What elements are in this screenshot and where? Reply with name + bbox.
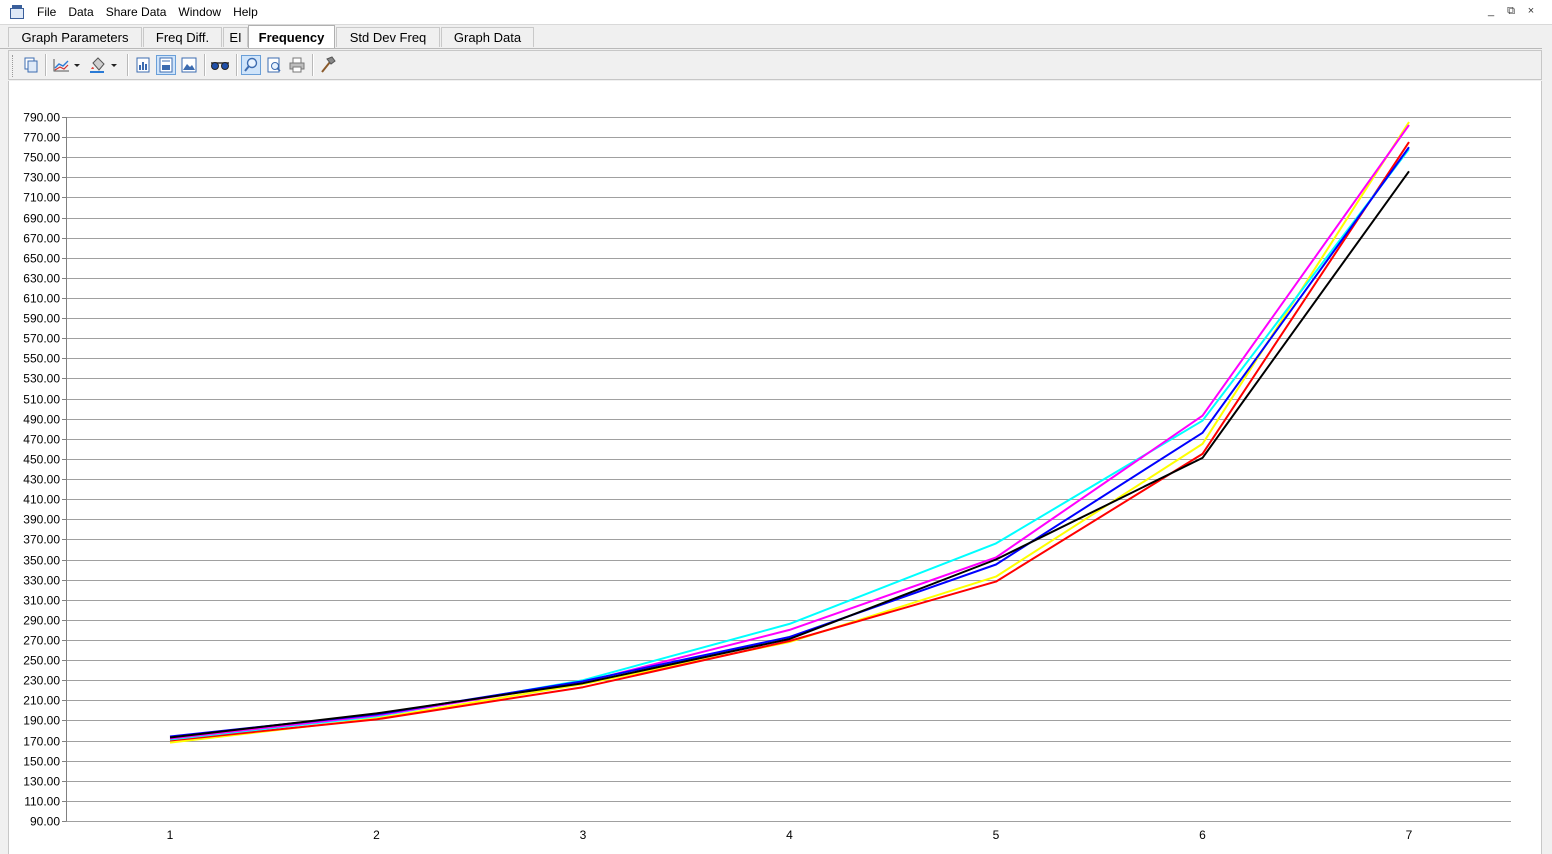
- y-tick-label: 270.00: [23, 634, 60, 648]
- x-tick-label: 2: [373, 828, 380, 842]
- y-tick-label: 490.00: [23, 413, 60, 427]
- tab-ei[interactable]: EI: [223, 27, 248, 47]
- menu-share-data[interactable]: Share Data: [100, 0, 173, 24]
- y-tick-label: 450.00: [23, 453, 60, 467]
- y-tick-label: 550.00: [23, 352, 60, 366]
- tab-freq-diff[interactable]: Freq Diff.: [143, 27, 222, 47]
- tab-std-dev-freq[interactable]: Std Dev Freq: [336, 27, 440, 47]
- y-tick-label: 190.00: [23, 714, 60, 728]
- paint-bucket-icon[interactable]: [87, 55, 121, 75]
- restore-icon[interactable]: ⧉: [1504, 3, 1518, 19]
- y-tick-label: 730.00: [23, 171, 60, 185]
- y-tick-label: 530.00: [23, 372, 60, 386]
- y-tick-label: 350.00: [23, 554, 60, 568]
- y-tick-label: 310.00: [23, 594, 60, 608]
- y-tick-label: 570.00: [23, 332, 60, 346]
- window-right-edge: [1542, 25, 1552, 854]
- frequency-chart[interactable]: 90.00 110.00 130.00 150.00 170.00 190.00 210.0…: [9, 81, 1541, 854]
- menu-data[interactable]: Data: [62, 0, 99, 24]
- y-tick-label: 90.00: [30, 815, 60, 829]
- y-tick-label: 250.00: [23, 654, 60, 668]
- y-tick-label: 710.00: [23, 191, 60, 205]
- y-tick-label: 650.00: [23, 252, 60, 266]
- y-tick-label: 790.00: [23, 111, 60, 125]
- y-tick-label: 590.00: [23, 312, 60, 326]
- close-icon[interactable]: ×: [1524, 3, 1538, 19]
- x-tick-label: 6: [1199, 828, 1206, 842]
- menu-window[interactable]: Window: [172, 0, 227, 24]
- window-controls: _ ⧉ ×: [1484, 3, 1538, 19]
- tools-hammer-icon[interactable]: [317, 55, 337, 75]
- toolbar-separator: [127, 54, 129, 76]
- y-tick-label: 410.00: [23, 493, 60, 507]
- y-tick-label: 630.00: [23, 272, 60, 286]
- tab-graph-data[interactable]: Graph Data: [441, 27, 534, 47]
- toolbar-grip[interactable]: [12, 55, 16, 77]
- y-tick-label: 330.00: [23, 574, 60, 588]
- y-tick-label: 150.00: [23, 755, 60, 769]
- y-tick-label: 510.00: [23, 393, 60, 407]
- y-tick-label: 390.00: [23, 513, 60, 527]
- x-tick-label: 5: [993, 828, 1000, 842]
- zoom-icon[interactable]: [241, 55, 261, 75]
- series-line: [169, 170, 1410, 739]
- series-line: [169, 121, 1410, 744]
- print-preview-icon[interactable]: [264, 55, 284, 75]
- menu-bar: File Data Share Data Window Help _ ⧉ ×: [0, 0, 1552, 25]
- y-tick-label: 130.00: [23, 775, 60, 789]
- x-tick-label: 7: [1406, 828, 1413, 842]
- x-tick-label: 4: [786, 828, 793, 842]
- toolbar-separator: [45, 54, 47, 76]
- toolbar-separator: [312, 54, 314, 76]
- view-image-icon[interactable]: [179, 55, 199, 75]
- menu-file[interactable]: File: [31, 0, 62, 24]
- chart-type-icon[interactable]: [51, 55, 83, 75]
- y-tick-label: 110.00: [24, 795, 60, 809]
- menu-help[interactable]: Help: [227, 0, 264, 24]
- toolbar-separator: [236, 54, 238, 76]
- app-icon[interactable]: [9, 5, 25, 19]
- y-tick-label: 210.00: [23, 694, 60, 708]
- chart-panel: 90.00 110.00 130.00 150.00 170.00 190.00 210.0…: [8, 81, 1542, 854]
- view-data-icon[interactable]: [133, 55, 153, 75]
- toolbar-separator: [204, 54, 206, 76]
- y-tick-label: 470.00: [23, 433, 60, 447]
- tab-graph-parameters[interactable]: Graph Parameters: [8, 27, 142, 47]
- tab-frequency[interactable]: Frequency: [248, 25, 335, 48]
- y-tick-label: 230.00: [23, 674, 60, 688]
- x-tick-label: 3: [580, 828, 587, 842]
- tab-bar: Graph Parameters Freq Diff. EI Frequency…: [0, 25, 1552, 49]
- y-tick-label: 690.00: [23, 212, 60, 226]
- minimize-icon[interactable]: _: [1484, 3, 1498, 19]
- y-tick-label: 170.00: [23, 735, 60, 749]
- y-tick-label: 770.00: [23, 131, 60, 145]
- x-tick-label: 1: [167, 828, 174, 842]
- y-tick-label: 670.00: [23, 232, 60, 246]
- 3d-glasses-icon[interactable]: [209, 55, 231, 75]
- series-line: [169, 148, 1410, 741]
- series-line: [169, 146, 1410, 738]
- series-line: [169, 141, 1410, 742]
- y-tick-label: 610.00: [23, 292, 60, 306]
- toolbar: [8, 50, 1542, 80]
- y-tick-label: 290.00: [23, 614, 60, 628]
- print-icon[interactable]: [287, 55, 307, 75]
- y-tick-label: 750.00: [23, 151, 60, 165]
- copy-icon[interactable]: [21, 55, 41, 75]
- series-line: [169, 124, 1410, 740]
- y-tick-label: 370.00: [23, 533, 60, 547]
- y-tick-label: 430.00: [23, 473, 60, 487]
- view-table-icon[interactable]: [156, 55, 176, 75]
